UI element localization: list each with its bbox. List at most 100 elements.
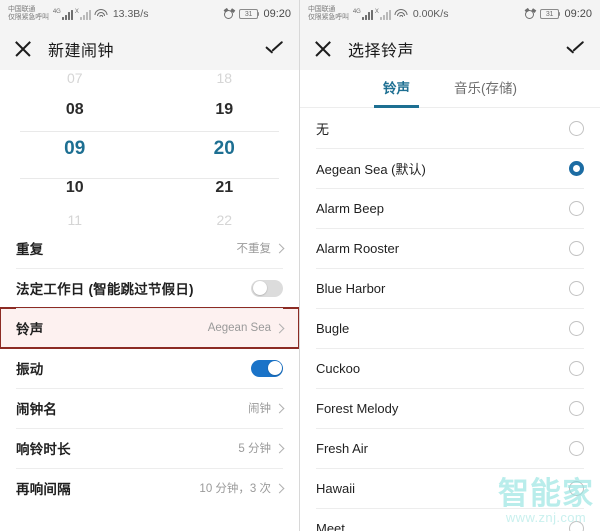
setting-value: 不重复: [236, 243, 272, 255]
wifi-icon: [394, 8, 408, 20]
ringtone-radio[interactable]: [569, 280, 584, 296]
hour-option[interactable]: 10: [0, 172, 150, 204]
battery-icon: 31: [539, 9, 561, 19]
setting-label: 响铃时长: [16, 442, 71, 457]
tab-ringtone[interactable]: 铃声: [374, 70, 419, 108]
ringtone-radio[interactable]: [569, 440, 584, 456]
close-icon[interactable]: [14, 40, 32, 58]
vibration-toggle[interactable]: [251, 359, 283, 377]
tab-music-storage[interactable]: 音乐(存储): [454, 70, 517, 108]
time-picker[interactable]: 07 08 09 10 11 18 19 20 21 22: [0, 70, 299, 228]
ringtone-radio-selected[interactable]: [569, 160, 584, 176]
page-title-left: 新建闹钟: [48, 43, 115, 60]
ringtone-radio[interactable]: [569, 480, 584, 496]
hour-column[interactable]: 07 08 09 10 11: [0, 70, 150, 228]
carrier-name: 中国联通: [308, 5, 336, 13]
ringtone-item[interactable]: 无: [300, 108, 600, 148]
ringtone-radio[interactable]: [569, 520, 584, 531]
setting-value-group: 不重复: [236, 240, 285, 256]
setting-label: 重复: [16, 242, 44, 257]
check-icon[interactable]: [567, 41, 586, 52]
setting-row-ringtone[interactable]: 铃声 Aegean Sea: [0, 307, 299, 349]
network-type-label-2: X: [374, 8, 379, 15]
ringtone-radio[interactable]: [569, 120, 584, 136]
close-icon[interactable]: [314, 40, 332, 58]
page-title-right: 选择铃声: [348, 43, 415, 60]
setting-value-group: [251, 359, 283, 377]
ringtone-item[interactable]: Hawaii: [300, 468, 600, 508]
status-icons: 4G X: [352, 8, 408, 20]
alarm-settings-list: 重复 不重复 法定工作日 (智能跳过节假日) 铃声 Aegean Sea 振动 …: [0, 228, 299, 508]
setting-value: 闹钟: [248, 403, 271, 415]
ringtone-radio[interactable]: [569, 400, 584, 416]
setting-value-group: 10 分钟，3 次: [199, 480, 285, 496]
setting-value-group: [251, 279, 283, 297]
setting-value: 10 分钟，3 次: [199, 483, 271, 495]
ringtone-name: Alarm Beep: [316, 200, 384, 216]
ringtone-item[interactable]: Alarm Beep: [300, 188, 600, 228]
signal-bars-icon: [361, 9, 373, 20]
alarm-clock-icon: [524, 7, 537, 20]
picker-selector-line-bottom: [20, 178, 279, 179]
setting-label: 再响间隔: [16, 482, 71, 497]
ringtone-item[interactable]: Bugle: [300, 308, 600, 348]
carrier-info: 中国联通 仅限紧急呼叫: [8, 6, 49, 23]
chevron-right-icon: [274, 323, 285, 333]
ringtone-radio[interactable]: [569, 200, 584, 216]
minute-option[interactable]: 21: [150, 172, 300, 204]
ringtone-radio[interactable]: [569, 320, 584, 336]
picker-selector-line-top: [20, 131, 279, 132]
setting-row-vibration[interactable]: 振动: [0, 348, 299, 388]
battery-icon: 31: [238, 9, 260, 19]
wifi-icon: [94, 8, 108, 20]
carrier-status: 仅限紧急呼叫: [8, 14, 49, 21]
ringtone-item[interactable]: Fresh Air: [300, 428, 600, 468]
status-icons: 4G X: [53, 8, 108, 20]
workday-toggle[interactable]: [251, 279, 283, 297]
ringtone-radio[interactable]: [569, 360, 584, 376]
battery-level-text: 31: [545, 10, 554, 18]
setting-row-repeat[interactable]: 重复 不重复: [0, 228, 299, 268]
network-speed-right: 0.00K/s: [412, 8, 449, 20]
ringtone-radio[interactable]: [569, 240, 584, 256]
carrier-status: 仅限紧急呼叫: [308, 14, 349, 21]
ringtone-item[interactable]: Cuckoo: [300, 348, 600, 388]
ringtone-list: 无 Aegean Sea (默认) Alarm Beep Alarm Roost…: [300, 108, 600, 531]
minute-option[interactable]: 18: [150, 62, 300, 94]
ringtone-item[interactable]: Blue Harbor: [300, 268, 600, 308]
ringtone-item[interactable]: Aegean Sea (默认): [300, 148, 600, 188]
minute-column[interactable]: 18 19 20 21 22: [150, 70, 300, 228]
setting-label: 振动: [16, 362, 44, 377]
check-icon[interactable]: [266, 41, 285, 52]
signal-bars-icon: [61, 9, 73, 20]
alarm-clock-icon: [223, 7, 236, 20]
ringtone-item[interactable]: Meet: [300, 508, 600, 531]
ringtone-name: 无: [316, 121, 330, 137]
ringtone-name: Cuckoo: [316, 360, 361, 376]
signal-bars-secondary-icon: [79, 9, 91, 20]
network-type-label: 4G: [352, 8, 361, 15]
setting-row-snooze-interval[interactable]: 再响间隔 10 分钟，3 次: [0, 468, 299, 508]
setting-label: 法定工作日 (智能跳过节假日): [16, 282, 194, 297]
ringtone-item[interactable]: Forest Melody: [300, 388, 600, 428]
setting-row-ring-duration[interactable]: 响铃时长 5 分钟: [0, 428, 299, 468]
dual-screenshot-container: 中国联通 仅限紧急呼叫 4G X 13.3B/s 31 09:20 新建闹钟 0…: [0, 0, 600, 531]
ringtone-item[interactable]: Alarm Rooster: [300, 228, 600, 268]
setting-row-alarm-name[interactable]: 闹钟名 闹钟: [0, 388, 299, 428]
carrier-name: 中国联通: [8, 5, 36, 13]
hour-option[interactable]: 07: [0, 62, 150, 94]
right-screen-select-ringtone: 中国联通 仅限紧急呼叫 4G X 0.00K/s 31 09:20 选择铃声 铃…: [300, 0, 600, 531]
setting-label: 铃声: [16, 322, 44, 337]
hour-selected[interactable]: 09: [0, 126, 150, 172]
network-speed-left: 13.3B/s: [112, 8, 149, 20]
chevron-right-icon: [274, 403, 285, 413]
carrier-info: 中国联通 仅限紧急呼叫: [308, 6, 349, 23]
minute-option[interactable]: 19: [150, 94, 300, 126]
setting-value-group: 5 分钟: [238, 440, 285, 456]
setting-row-workday[interactable]: 法定工作日 (智能跳过节假日): [0, 268, 299, 308]
minute-selected[interactable]: 20: [150, 126, 300, 172]
setting-value-group: Aegean Sea: [208, 322, 285, 334]
hour-option[interactable]: 08: [0, 94, 150, 126]
status-bar-clock: 09:20: [263, 8, 291, 20]
status-bar-left: 中国联通 仅限紧急呼叫 4G X 13.3B/s 31 09:20: [0, 0, 299, 28]
